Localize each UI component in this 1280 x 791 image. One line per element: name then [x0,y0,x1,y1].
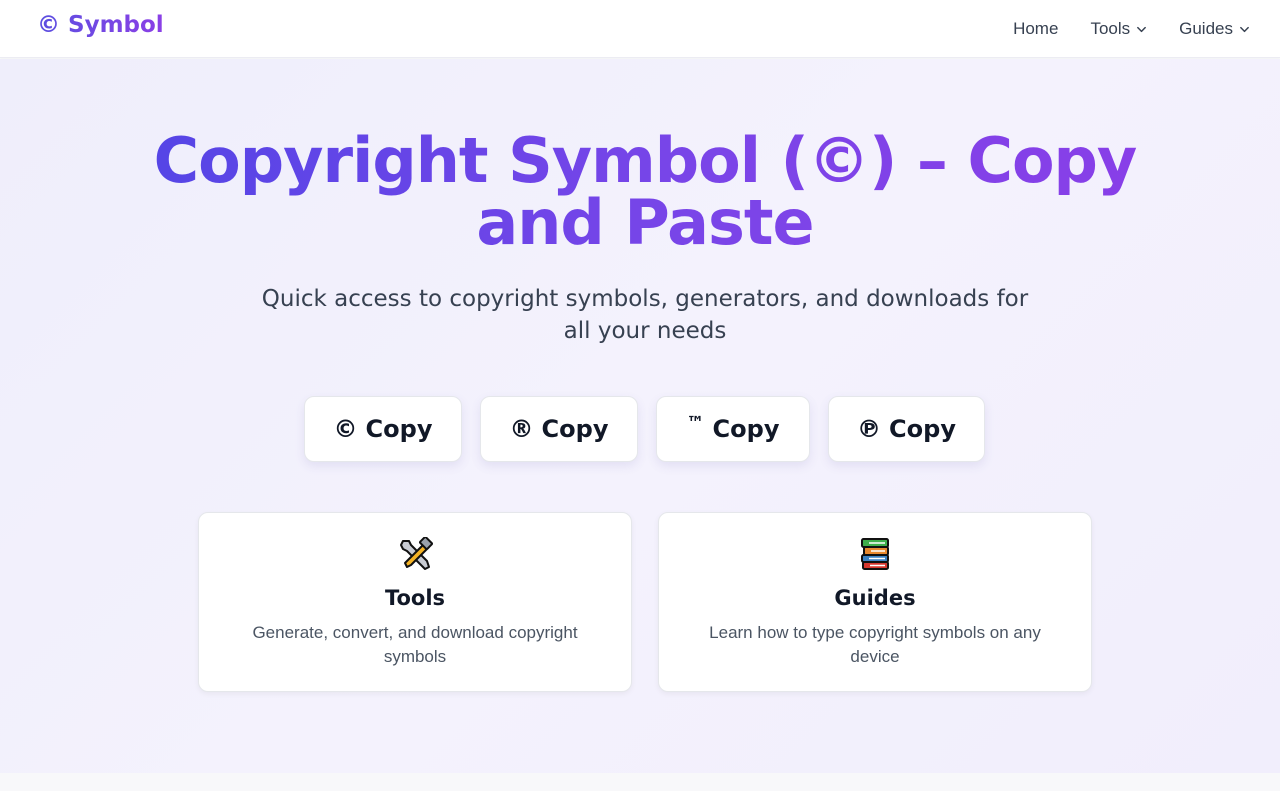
top-navbar: © Symbol Home Tools Guides [0,0,1280,58]
brand-name: Symbol [68,12,164,38]
nav-guides-dropdown[interactable]: Guides [1179,19,1250,39]
books-icon [659,537,1091,573]
copy-label: Copy [541,415,609,443]
copy-label: Copy [365,415,433,443]
sound-recording-symbol: ℗ [857,415,882,443]
copy-sound-recording-button[interactable]: ℗ Copy [828,396,985,462]
copy-buttons-row: © Copy ® Copy ™ Copy ℗ Copy [0,396,1280,462]
trademark-symbol: ™ [686,412,705,434]
chevron-down-icon [1240,26,1249,32]
chevron-down-icon [1137,26,1147,32]
tools-card-description: Generate, convert, and download copyrigh… [252,623,578,666]
copy-copyright-button[interactable]: © Copy [304,396,462,462]
nav-home-label: Home [1013,19,1059,38]
copy-registered-button[interactable]: ® Copy [480,396,638,462]
page-title: Copyright Symbol (©) – Copy and Paste [90,130,1200,254]
registered-symbol: ® [509,415,534,443]
copy-label: Copy [712,415,780,443]
nav-home-link[interactable]: Home [1013,19,1058,39]
tools-card-title: Tools [384,586,446,610]
hero-subtitle: Quick access to copyright symbols, gener… [261,286,1029,344]
tools-icon [199,537,631,573]
footer-edge [0,773,1280,791]
nav-tools-label: Tools [1090,19,1131,38]
nav-tools-dropdown[interactable]: Tools [1090,19,1147,39]
copy-trademark-button[interactable]: ™ Copy [656,396,810,462]
copyright-symbol: © [333,415,358,443]
tools-card[interactable]: Tools Generate, convert, and download co… [198,512,632,692]
copy-label: Copy [889,415,956,443]
main-nav: Home Tools Guides [981,0,1250,58]
nav-guides-label: Guides [1179,19,1233,38]
guides-card-title: Guides [834,586,916,610]
brand-logo-link[interactable]: © Symbol [37,12,164,38]
guides-card-description: Learn how to type copyright symbols on a… [709,623,1041,666]
brand-symbol: © [37,12,60,38]
guides-card[interactable]: Guides Learn how to type copyright symbo… [658,512,1092,692]
